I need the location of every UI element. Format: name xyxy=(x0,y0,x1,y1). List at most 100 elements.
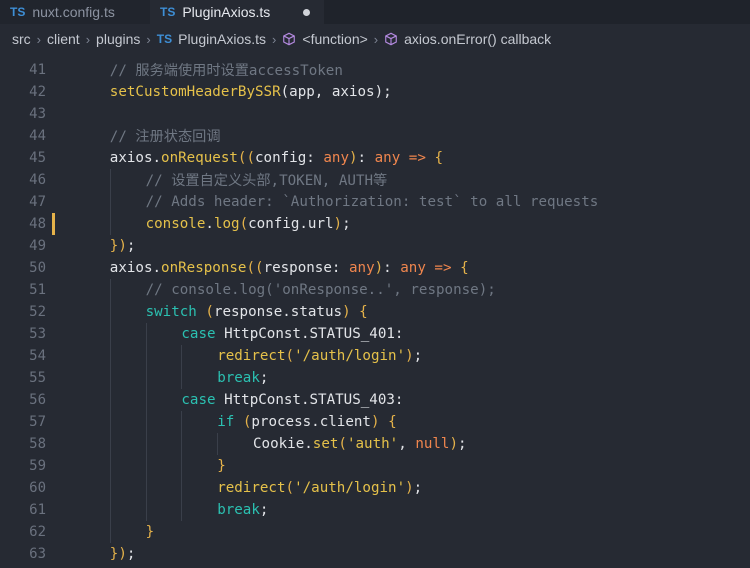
line-number: 52 xyxy=(29,304,46,320)
tab-bar: TS nuxt.config.ts TS PluginAxios.ts xyxy=(0,0,750,24)
indent-guide xyxy=(109,279,111,301)
line-number: 58 xyxy=(29,436,46,452)
code-editor[interactable]: 41 // 服务端使用时设置accessToken 42 setCustomHeade… xyxy=(0,54,750,568)
code-text: case HttpConst.STATUS_403: xyxy=(181,392,404,408)
code-text: setCustomHeaderBySSR(app, axios); xyxy=(109,84,392,100)
code-line[interactable]: 48 console.log(config.url); xyxy=(0,213,750,235)
code-line[interactable]: 41 // 服务端使用时设置accessToken xyxy=(0,59,750,81)
code-line[interactable]: 57 if (process.client) { xyxy=(0,411,750,433)
code-text: break; xyxy=(217,502,269,518)
code-line[interactable]: 62} xyxy=(0,521,750,543)
line-number: 42 xyxy=(29,84,46,100)
line-number: 45 xyxy=(29,150,46,166)
indent-guide xyxy=(109,389,111,411)
indent-guide xyxy=(181,345,183,367)
code-line[interactable]: 47 // Adds header: `Authorization: test` … xyxy=(0,191,750,213)
indent-guide xyxy=(109,345,111,367)
code-line[interactable]: 61 break; xyxy=(0,499,750,521)
code-line[interactable]: 51 // console.log('onResponse..', respons… xyxy=(0,279,750,301)
indent-guide xyxy=(109,455,111,477)
breadcrumb-symbol-callback[interactable]: axios.onError() callback xyxy=(404,31,551,47)
line-number: 60 xyxy=(29,480,46,496)
indent-guide xyxy=(109,477,111,499)
indent-guide xyxy=(109,191,111,213)
line-number: 56 xyxy=(29,392,46,408)
code-line[interactable]: 44 // 注册状态回调 xyxy=(0,125,750,147)
code-line[interactable]: 53 case HttpConst.STATUS_401: xyxy=(0,323,750,345)
code-text: Cookie.set('auth', null); xyxy=(253,436,467,452)
typescript-icon: TS xyxy=(156,32,173,46)
tab-label: PluginAxios.ts xyxy=(182,4,271,20)
code-text: // 注册状态回调 xyxy=(109,129,221,145)
code-text: } xyxy=(145,524,155,540)
code-line[interactable]: 54 redirect('/auth/login'); xyxy=(0,345,750,367)
line-number: 50 xyxy=(29,260,46,276)
indent-guide xyxy=(145,477,147,499)
code-text: switch (response.status) { xyxy=(145,304,368,320)
indent-guide xyxy=(145,433,147,455)
symbol-cube-icon xyxy=(283,32,296,46)
indent-guide xyxy=(109,301,111,323)
typescript-icon: TS xyxy=(10,5,26,19)
line-number: 62 xyxy=(29,524,46,540)
code-line[interactable]: 50 axios.onResponse((response: any): any … xyxy=(0,257,750,279)
code-line[interactable]: 59} xyxy=(0,455,750,477)
line-number: 55 xyxy=(29,370,46,386)
code-text: } xyxy=(217,458,226,474)
breadcrumb-file[interactable]: PluginAxios.ts xyxy=(178,31,266,47)
chevron-right-icon: › xyxy=(146,31,151,47)
breadcrumb-client[interactable]: client xyxy=(47,31,80,47)
code-text: axios.onResponse((response: any): any =>… xyxy=(109,260,469,276)
indent-guide xyxy=(181,477,183,499)
code-line[interactable]: 56 case HttpConst.STATUS_403: xyxy=(0,389,750,411)
code-line[interactable]: 55 break; xyxy=(0,367,750,389)
code-line[interactable]: 60 redirect('/auth/login'); xyxy=(0,477,750,499)
code-line[interactable]: 42 setCustomHeaderBySSR(app, axios); xyxy=(0,81,750,103)
line-number: 54 xyxy=(29,348,46,364)
line-number: 63 xyxy=(29,546,46,562)
indent-guide xyxy=(181,455,183,477)
indent-guide xyxy=(181,367,183,389)
code-line[interactable]: 63}); xyxy=(0,543,750,565)
line-number: 51 xyxy=(29,282,46,298)
code-text: case HttpConst.STATUS_401: xyxy=(181,326,404,342)
code-text: // console.log('onResponse..', response)… xyxy=(145,282,496,298)
indent-guide xyxy=(109,433,111,455)
indent-guide xyxy=(181,411,183,433)
line-number: 47 xyxy=(29,194,46,210)
breadcrumb-symbol-function[interactable]: <function> xyxy=(302,31,367,47)
indent-guide xyxy=(109,169,111,191)
code-line[interactable]: 49}); xyxy=(0,235,750,257)
line-number: 59 xyxy=(29,458,46,474)
indent-guide xyxy=(145,345,147,367)
code-line[interactable]: 43 xyxy=(0,103,750,125)
indent-guide xyxy=(145,367,147,389)
indent-guide xyxy=(109,213,111,235)
indent-guide xyxy=(145,323,147,345)
line-number: 61 xyxy=(29,502,46,518)
breadcrumb: src › client › plugins › TS PluginAxios.… xyxy=(0,24,750,54)
unsaved-dot-icon[interactable] xyxy=(303,8,310,16)
line-number: 57 xyxy=(29,414,46,430)
tab-nuxt-config[interactable]: TS nuxt.config.ts xyxy=(0,0,150,24)
tab-plugin-axios[interactable]: TS PluginAxios.ts xyxy=(150,0,324,24)
code-line[interactable]: 52 switch (response.status) { xyxy=(0,301,750,323)
code-text: axios.onRequest((config: any): any => { xyxy=(109,150,443,166)
code-text: redirect('/auth/login'); xyxy=(217,348,423,364)
code-text: }); xyxy=(109,546,136,562)
breadcrumb-plugins[interactable]: plugins xyxy=(96,31,140,47)
symbol-cube-icon xyxy=(385,32,397,46)
line-number: 41 xyxy=(29,62,46,78)
breadcrumb-src[interactable]: src xyxy=(12,31,31,47)
indent-guide xyxy=(217,433,219,455)
line-number: 53 xyxy=(29,326,46,342)
line-number: 48 xyxy=(29,216,46,232)
indent-guide xyxy=(145,455,147,477)
code-line[interactable]: 58 Cookie.set('auth', null); xyxy=(0,433,750,455)
code-line[interactable]: 46 // 设置自定义头部,TOKEN, AUTH等 xyxy=(0,169,750,191)
indent-guide xyxy=(145,411,147,433)
code-line[interactable]: 45 axios.onRequest((config: any): any => … xyxy=(0,147,750,169)
chevron-right-icon: › xyxy=(272,31,277,47)
line-number: 43 xyxy=(29,106,46,122)
line-number: 46 xyxy=(29,172,46,188)
